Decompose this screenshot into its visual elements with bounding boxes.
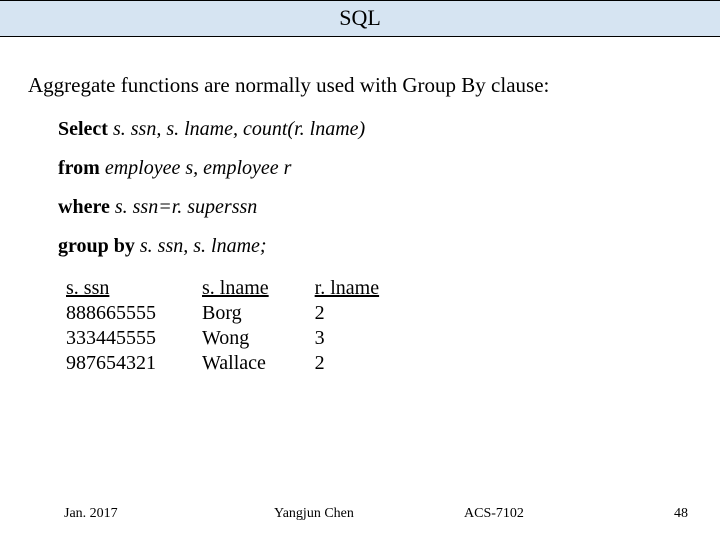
sql-where-line: where s. ssn=r. superssn xyxy=(58,196,692,219)
footer-course: ACS-7102 xyxy=(464,506,614,522)
sql-groupby-line: group by s. ssn, s. lname; xyxy=(58,235,692,258)
col3-header: r. lname xyxy=(315,277,379,299)
sql-from-line: from employee s, employee r xyxy=(58,157,692,180)
select-keyword: Select xyxy=(58,118,108,140)
from-keyword: from xyxy=(58,157,100,179)
table-cell: r. lname 2 3 2 xyxy=(315,276,423,376)
col1-r2: 987654321 xyxy=(66,352,156,374)
where-expr: s. ssn=r. superssn xyxy=(115,196,257,218)
col1-r1: 333445555 xyxy=(66,327,156,349)
table-cell: s. lname Borg Wong Wallace xyxy=(202,276,313,376)
col1-header: s. ssn xyxy=(66,277,109,299)
sql-block: Select s. ssn, s. lname, count(r. lname)… xyxy=(58,118,692,258)
slide-title-bar: SQL xyxy=(0,0,720,37)
slide-title: SQL xyxy=(339,5,381,30)
slide-content: Aggregate functions are normally used wi… xyxy=(0,37,720,378)
sql-select-line: Select s. ssn, s. lname, count(r. lname) xyxy=(58,118,692,141)
col3-r1: 3 xyxy=(315,327,325,349)
col2-header: s. lname xyxy=(202,277,269,299)
groupby-keyword: group by xyxy=(58,235,135,257)
intro-text: Aggregate functions are normally used wi… xyxy=(28,73,692,98)
col3-r0: 2 xyxy=(315,302,325,324)
table-row: s. ssn 888665555 333445555 987654321 s. … xyxy=(66,276,423,376)
slide-footer: Jan. 2017 Yangjun Chen ACS-7102 48 xyxy=(0,506,720,522)
footer-page: 48 xyxy=(614,506,688,522)
table-cell: s. ssn 888665555 333445555 987654321 xyxy=(66,276,200,376)
footer-date: Jan. 2017 xyxy=(64,506,274,522)
footer-author: Yangjun Chen xyxy=(274,506,464,522)
from-expr: employee s, employee r xyxy=(105,157,292,179)
col3-r2: 2 xyxy=(315,352,325,374)
footer-row: Jan. 2017 Yangjun Chen ACS-7102 48 xyxy=(64,506,688,522)
result-table: s. ssn 888665555 333445555 987654321 s. … xyxy=(64,274,425,378)
where-keyword: where xyxy=(58,196,110,218)
select-expr: s. ssn, s. lname, count(r. lname) xyxy=(113,118,365,140)
col1-r0: 888665555 xyxy=(66,302,156,324)
groupby-expr: s. ssn, s. lname; xyxy=(140,235,267,257)
col2-r1: Wong xyxy=(202,327,249,349)
col2-r2: Wallace xyxy=(202,352,266,374)
col2-r0: Borg xyxy=(202,302,242,324)
